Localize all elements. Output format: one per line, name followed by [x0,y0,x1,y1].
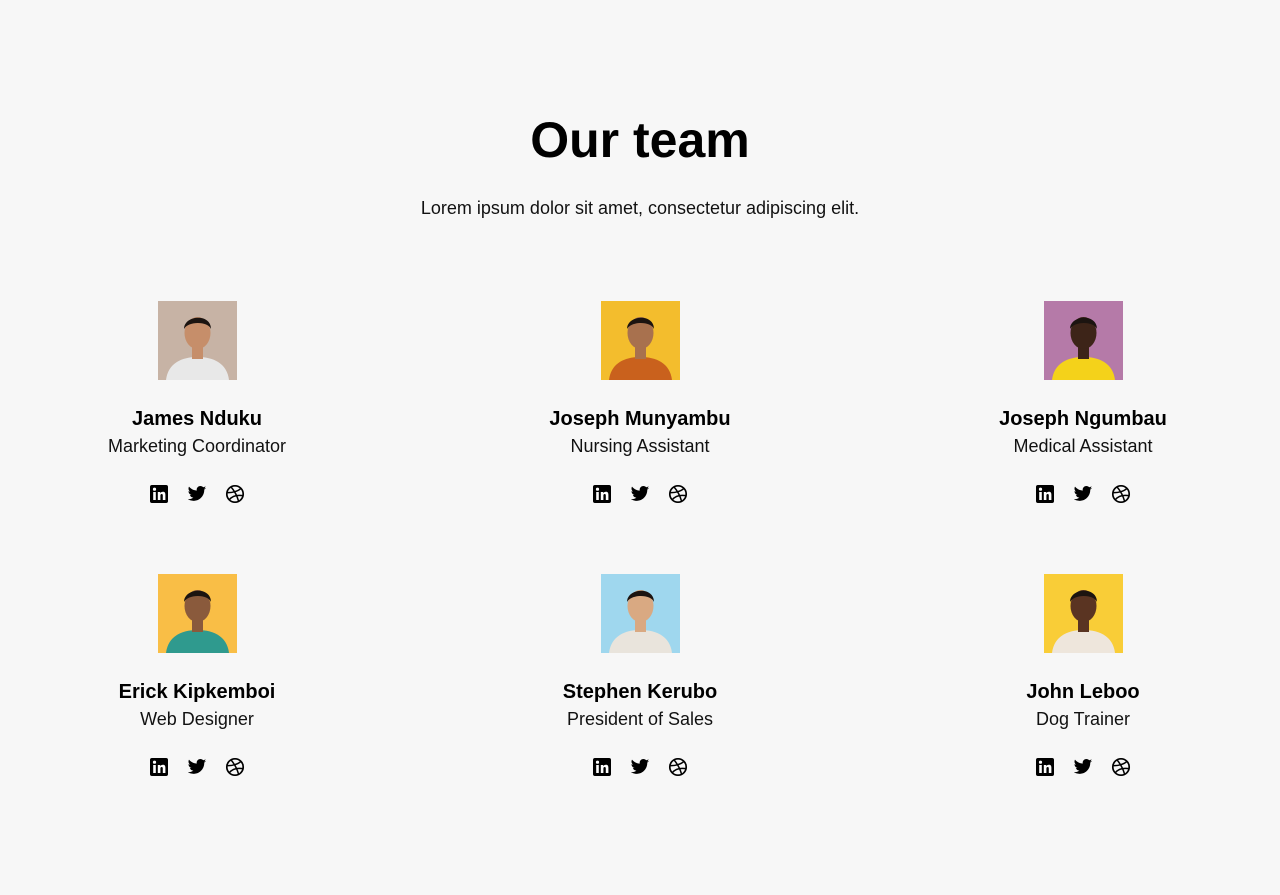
member-role: Web Designer [140,709,254,729]
page-subtitle: Lorem ipsum dolor sit amet, consectetur … [420,198,860,218]
social-links [933,484,1233,504]
team-member-card: Erick Kipkemboi Web Designer [47,574,347,777]
member-name: John Leboo [1026,681,1140,703]
twitter-icon[interactable] [1073,757,1093,777]
member-photo [1043,301,1123,380]
dribbble-icon[interactable] [225,757,245,777]
team-member-card: Joseph Munyambu Nursing Assistant [490,301,790,504]
dribbble-icon[interactable] [225,484,245,504]
twitter-icon[interactable] [187,484,207,504]
team-member-card: Joseph Ngumbau Medical Assistant [933,301,1233,504]
linkedin-icon[interactable] [149,757,169,777]
member-photo [157,574,237,653]
linkedin-icon[interactable] [1035,757,1055,777]
member-photo [600,574,680,653]
member-photo [600,301,680,380]
dribbble-icon[interactable] [668,757,688,777]
twitter-icon[interactable] [1073,484,1093,504]
member-name: Stephen Kerubo [562,681,718,703]
social-links [490,757,790,777]
team-member-card: James Nduku Marketing Coordinator [47,301,347,504]
social-links [933,757,1233,777]
linkedin-icon[interactable] [149,484,169,504]
twitter-icon[interactable] [630,757,650,777]
linkedin-icon[interactable] [592,484,612,504]
member-name: James Nduku [131,408,263,430]
social-links [490,484,790,504]
member-photo [1043,574,1123,653]
team-section: Our team Lorem ipsum dolor sit amet, con… [0,0,1280,895]
dribbble-icon[interactable] [1111,484,1131,504]
linkedin-icon[interactable] [1035,484,1055,504]
dribbble-icon[interactable] [1111,757,1131,777]
member-role: Medical Assistant [1013,436,1153,456]
member-name: Erick Kipkemboi [118,681,276,703]
member-role: Dog Trainer [1035,709,1131,729]
member-role: Marketing Coordinator [107,436,287,456]
member-name: Joseph Munyambu [549,408,731,430]
team-member-card: Stephen Kerubo President of Sales [490,574,790,777]
twitter-icon[interactable] [630,484,650,504]
social-links [47,484,347,504]
social-links [47,757,347,777]
member-name: Joseph Ngumbau [999,408,1167,430]
member-role: Nursing Assistant [570,436,710,456]
team-member-card: John Leboo Dog Trainer [933,574,1233,777]
page-title: Our team [530,112,750,168]
dribbble-icon[interactable] [668,484,688,504]
twitter-icon[interactable] [187,757,207,777]
linkedin-icon[interactable] [592,757,612,777]
member-role: President of Sales [566,709,714,729]
member-photo [157,301,237,380]
